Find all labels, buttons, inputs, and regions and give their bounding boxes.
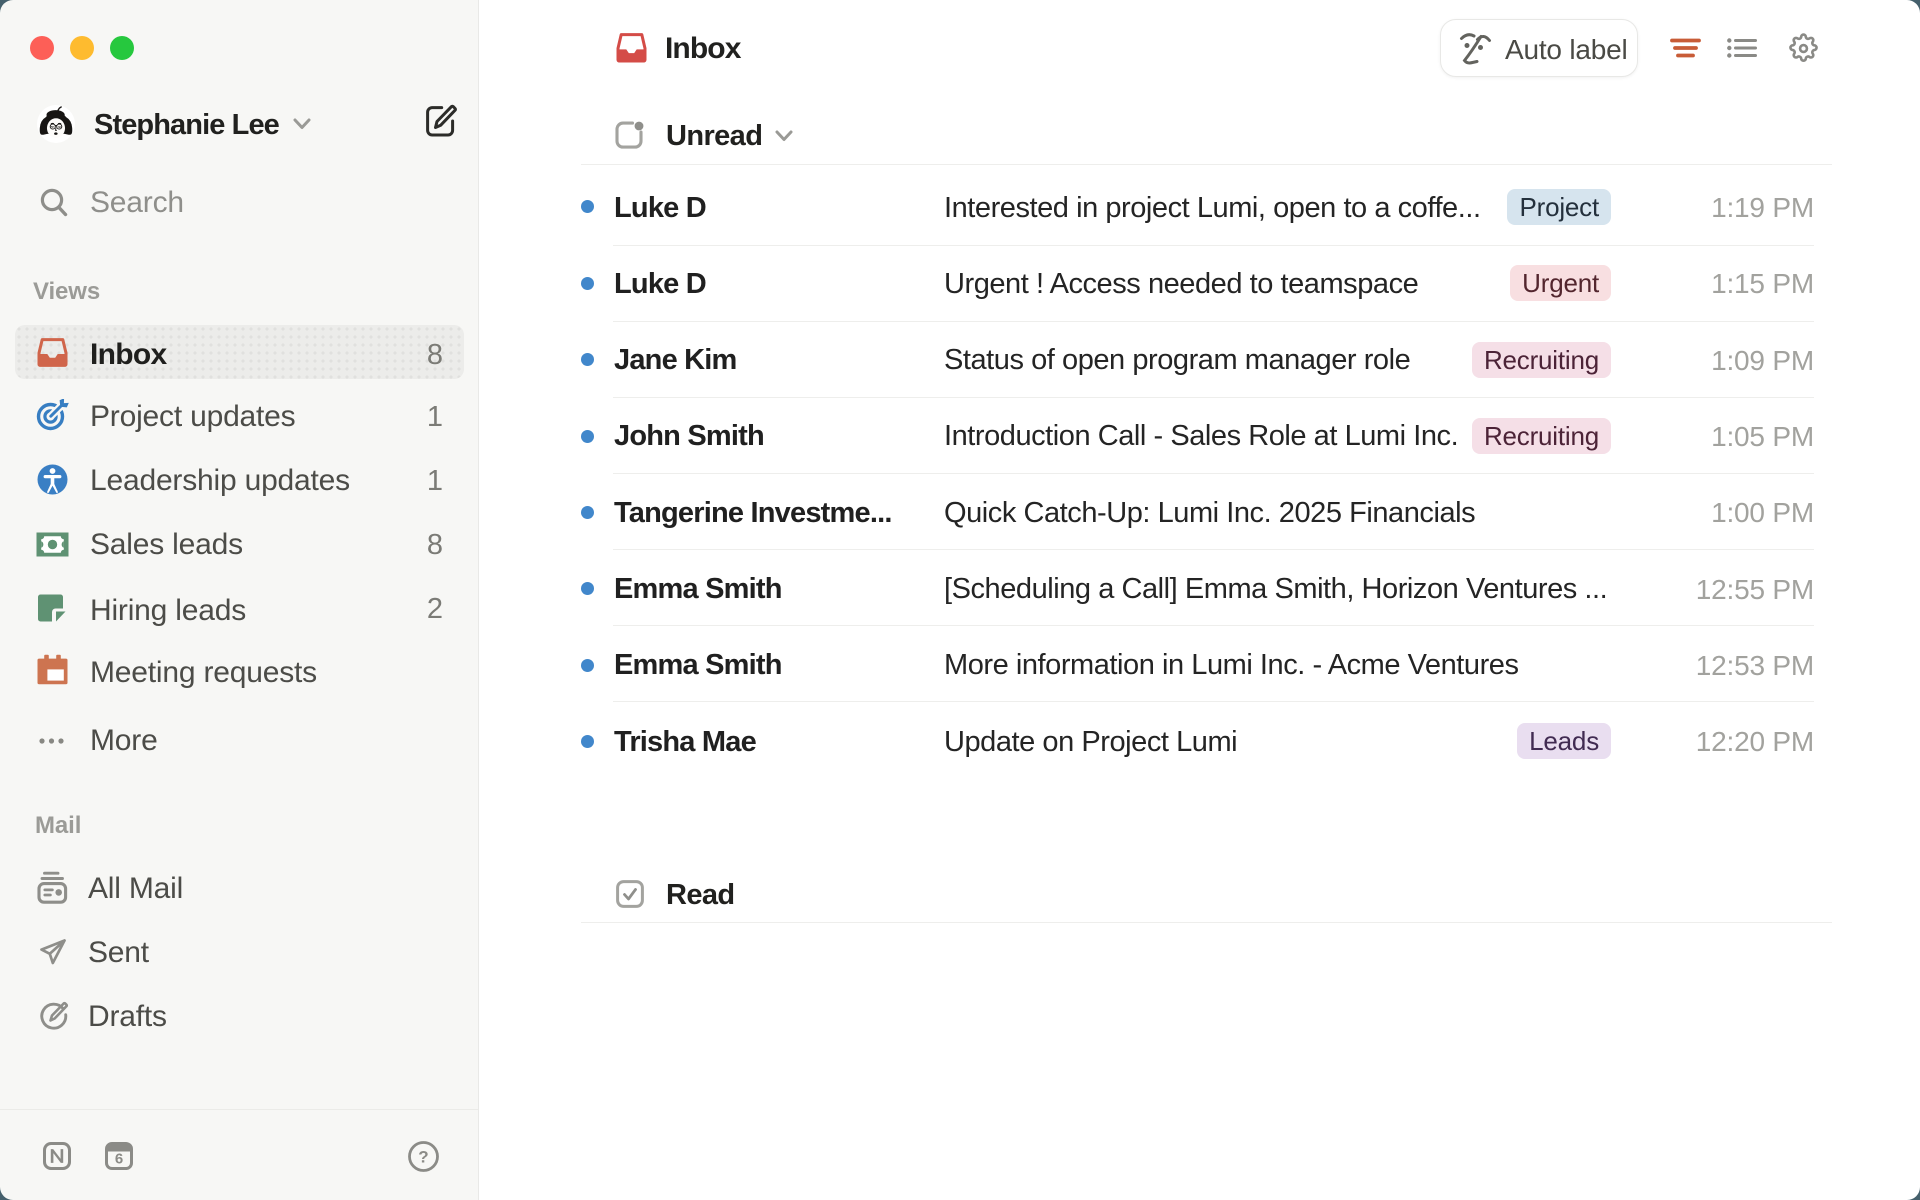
svg-text:6: 6 <box>115 1151 123 1168</box>
svg-text:?: ? <box>418 1148 428 1167</box>
